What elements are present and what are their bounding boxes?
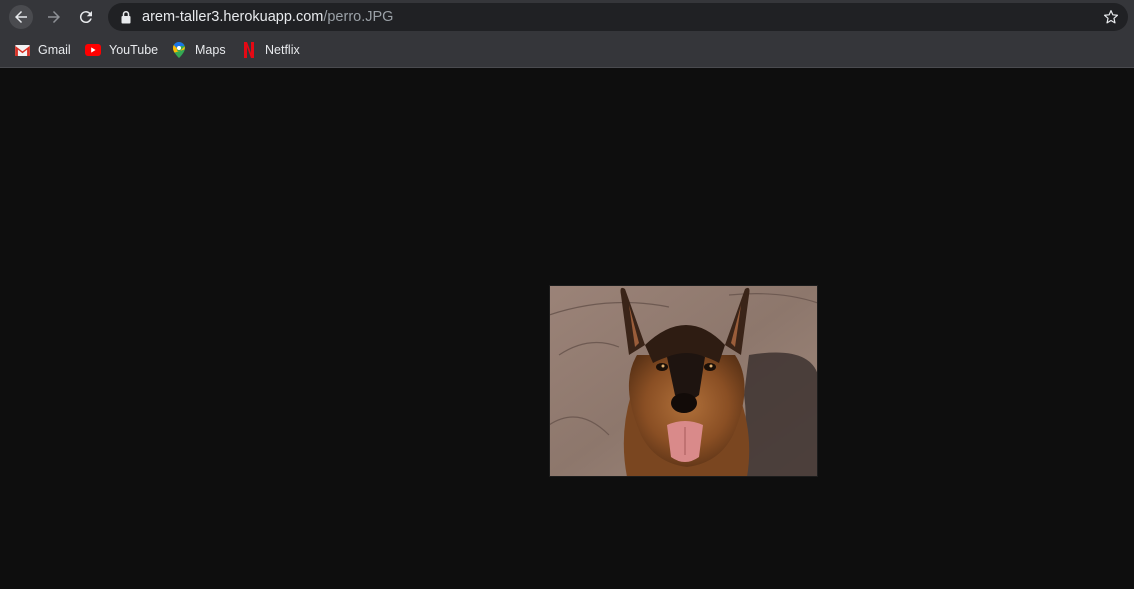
forward-arrow-icon [48, 11, 60, 23]
bookmark-label: YouTube [109, 43, 159, 57]
back-button[interactable] [9, 5, 33, 29]
bookmark-gmail[interactable]: Gmail [14, 41, 71, 59]
url-host: arem-taller3.herokuapp.com [142, 9, 324, 25]
gmail-icon [14, 42, 30, 58]
back-arrow-icon [15, 11, 27, 23]
bookmarks-bar: Gmail YouTube Maps Netflix [0, 34, 1134, 68]
dog-photo [549, 285, 818, 477]
browser-toolbar: arem-taller3.herokuapp.com/perro.JPG [0, 0, 1134, 34]
bookmark-maps[interactable]: Maps [171, 41, 226, 59]
reload-icon [79, 11, 92, 24]
youtube-icon [85, 42, 101, 58]
bookmark-youtube[interactable]: YouTube [85, 41, 158, 59]
star-icon[interactable] [1102, 8, 1120, 26]
reload-button[interactable] [74, 5, 98, 29]
forward-button[interactable] [42, 5, 66, 29]
url-path: /perro.JPG [323, 9, 394, 25]
bookmark-label: Netflix [265, 43, 300, 57]
bookmark-netflix[interactable]: Netflix [241, 41, 300, 59]
address-bar[interactable]: arem-taller3.herokuapp.com/perro.JPG [108, 3, 1128, 31]
url-text[interactable]: arem-taller3.herokuapp.com/perro.JPG [142, 9, 393, 25]
bookmark-label: Maps [195, 43, 226, 57]
lock-icon[interactable] [120, 10, 132, 24]
bookmark-label: Gmail [38, 43, 71, 57]
maps-icon [171, 42, 187, 58]
netflix-icon [241, 42, 257, 58]
